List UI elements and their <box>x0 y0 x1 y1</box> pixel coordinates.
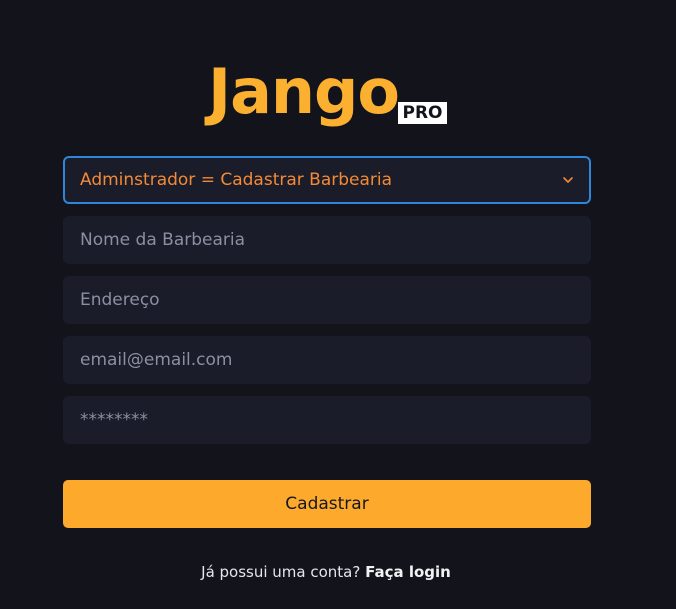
login-prompt: Já possui uma conta? Faça login <box>0 563 652 581</box>
register-button[interactable]: Cadastrar <box>63 480 591 528</box>
brand-pro-badge: PRO <box>398 102 447 124</box>
email-input[interactable] <box>63 336 591 384</box>
chevron-down-icon <box>562 174 574 186</box>
barbershop-name-input[interactable] <box>63 216 591 264</box>
login-link[interactable]: Faça login <box>365 563 451 581</box>
brand-logo: Jango PRO <box>208 52 448 136</box>
login-prompt-text: Já possui uma conta? <box>201 563 361 581</box>
role-select[interactable]: Adminstrador = Cadastrar Barbearia <box>63 156 591 204</box>
password-input[interactable] <box>63 396 591 444</box>
role-select-value: Adminstrador = Cadastrar Barbearia <box>80 170 393 190</box>
address-input[interactable] <box>63 276 591 324</box>
brand-name: Jango <box>208 55 400 128</box>
